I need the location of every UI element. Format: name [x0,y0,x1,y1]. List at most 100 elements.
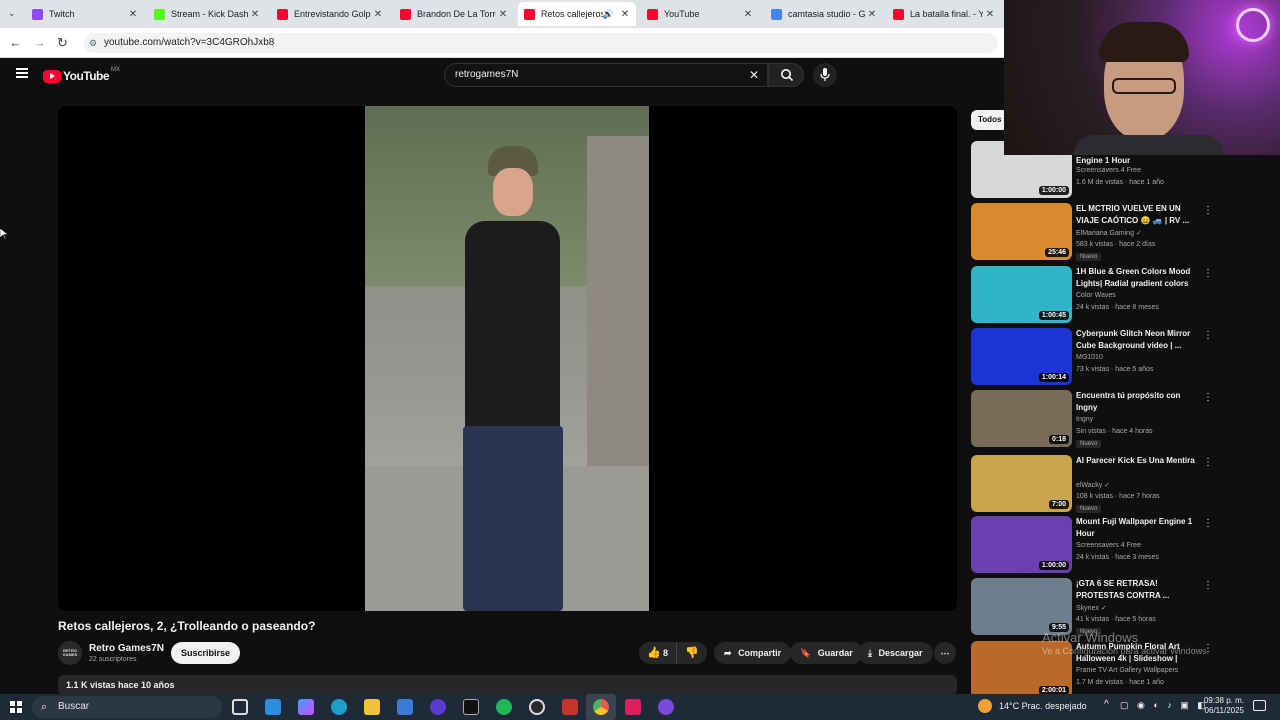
recommended-video[interactable]: 0:18 Encuentra tú propósito con Ingny Ingn… [971,390,1213,448]
spotify-icon[interactable] [496,699,512,715]
youtube-logo[interactable]: YouTube MX [43,67,120,85]
browser-tab[interactable]: La batalla final. - You✕ [887,2,1001,26]
browser-tab[interactable]: YouTube ✕ [641,2,759,26]
clock[interactable]: 09:38 p. m. 06/11/2025 [1198,696,1244,716]
recommended-channel[interactable]: Screensavers 4 Free [1076,542,1141,549]
more-options-icon[interactable]: ⋮ [1203,392,1213,403]
more-actions-button[interactable]: ⋯ [934,642,956,664]
video-thumbnail[interactable]: 1:00:14 [971,328,1072,385]
more-options-icon[interactable]: ⋮ [1203,457,1213,468]
browser-tab[interactable]: Twitch ✕ [26,2,144,26]
copilot-icon[interactable] [298,699,314,715]
show-hidden-icons-icon[interactable]: ^ [1104,699,1109,710]
recommended-video[interactable]: 9:55 ¡GTA 6 SE RETRASA! PROTESTAS CONTRA … [971,578,1213,636]
tab-close-icon[interactable]: ✕ [126,9,140,20]
video-thumbnail[interactable]: 1:00:45 [971,266,1072,323]
recommended-title[interactable]: Engine 1 Hour [1076,155,1196,167]
notifications-icon[interactable] [1253,700,1266,711]
recommended-title[interactable]: EL MCTRIO VUELVE EN UN VIAJE CAÓTICO 😄 🚙… [1076,203,1196,227]
tab-close-icon[interactable]: ✕ [618,9,632,20]
recommended-title[interactable]: 1H Blue & Green Colors Mood Lights| Radi… [1076,266,1196,290]
recommended-video[interactable]: 1:00:14 Cyberpunk Glitch Neon Mirror Cube… [971,328,1213,386]
tab-close-icon[interactable]: ✕ [248,9,262,20]
recommended-title[interactable]: Encuentra tú propósito con Ingny [1076,390,1196,414]
system-tray-icons[interactable]: ▢ ◉ ◐ ♪ ▣ ◧ [1120,700,1209,711]
app-icon-purple[interactable] [430,699,446,715]
reload-button[interactable]: ↻ [57,35,68,51]
recommended-channel[interactable]: elWacky ✓ [1076,481,1110,489]
task-view-icon[interactable] [232,699,248,715]
recommended-video[interactable]: 7:00 Al Parecer Kick Es Una Mentira elWack… [971,455,1213,513]
mail-icon[interactable] [265,699,281,715]
obs-icon[interactable] [529,699,545,715]
taskbar-search[interactable]: ⌕ Buscar [32,696,222,718]
windows-start-icon[interactable] [10,701,22,713]
browser-tab[interactable]: Stream - Kick Dashbo✕ [148,2,266,26]
search-input[interactable]: retrogames7N ✕ [444,63,768,87]
file-explorer-icon[interactable] [364,699,380,715]
description-box[interactable]: 1.1 K vistas hace 10 años [58,675,957,695]
more-options-icon[interactable]: ⋮ [1203,580,1213,591]
tab-audio-icon[interactable]: 🔊 [603,9,614,20]
video-player[interactable] [58,106,957,611]
recommended-channel[interactable]: Color Waves [1076,292,1116,299]
streaming-app-icon[interactable] [658,699,674,715]
recommended-video[interactable]: 25:46 EL MCTRIO VUELVE EN UN VIAJE CAÓTIC… [971,203,1213,261]
forward-button[interactable]: → [33,35,46,50]
tab-close-icon[interactable]: ✕ [741,9,755,20]
browser-tab[interactable]: Retos callejeros, 2,🔊 ✕ [518,2,636,26]
browser-tab[interactable]: Brandon De La Torre ✕ [394,2,514,26]
browser-tab[interactable]: camtasia studio - Go ✕ [765,2,883,26]
tab-close-icon[interactable]: ✕ [983,9,997,20]
search-button[interactable] [768,63,804,87]
browser-tab[interactable]: Entrevistando Golpea✕ [271,2,389,26]
video-thumbnail[interactable]: 1:00:00 [971,516,1072,573]
recommended-title[interactable]: Mount Fuji Wallpaper Engine 1 Hour [1076,516,1196,540]
recommended-video[interactable]: 1:00:45 1H Blue & Green Colors Mood Light… [971,266,1213,324]
weather-text[interactable]: 14°C Prac. despejado [999,701,1087,711]
recommended-channel[interactable]: MG1010 [1076,354,1103,361]
save-button[interactable]: 🔖 Guardar [790,642,863,664]
video-thumbnail[interactable]: 25:46 [971,203,1072,260]
recommended-channel[interactable]: Ingny [1076,416,1093,423]
text-app-icon[interactable] [562,699,578,715]
recommended-channel[interactable]: Screensavers 4 Free [1076,167,1141,174]
address-bar[interactable]: ⚙ youtube.com/watch?v=3C4GROhJxb8 [84,33,998,53]
channel-name[interactable]: Retro Games7N [89,643,164,654]
site-info-icon[interactable]: ⚙ [89,33,97,53]
chip-all[interactable]: Todos [971,110,1009,130]
clear-search-icon[interactable]: ✕ [749,64,759,86]
voice-search-button[interactable] [813,63,837,87]
subscribe-button[interactable]: Suscribirse [171,642,241,664]
more-options-icon[interactable]: ⋮ [1203,518,1213,529]
video-thumbnail[interactable]: 9:55 [971,578,1072,635]
store-icon[interactable] [397,699,413,715]
like-button[interactable]: 👍 8 [639,642,677,664]
back-button[interactable]: ← [9,35,22,50]
video-title: Retos callejeros, 2, ¿Trolleando o pasea… [58,619,316,633]
capcut-icon[interactable] [463,699,479,715]
channel-avatar[interactable]: RETRO GAMES [58,641,82,665]
tiktok-icon[interactable] [625,699,641,715]
recommended-title[interactable]: Cyberpunk Glitch Neon Mirror Cube Backgr… [1076,328,1196,352]
share-button[interactable]: ➦ Compartir [714,642,792,664]
recommended-title[interactable]: ¡GTA 6 SE RETRASA! PROTESTAS CONTRA ... [1076,578,1196,602]
recommended-channel[interactable]: ElMariana Gaming ✓ [1076,229,1142,237]
menu-icon[interactable] [16,68,28,78]
tab-close-icon[interactable]: ✕ [496,9,510,20]
recommended-title[interactable]: Al Parecer Kick Es Una Mentira [1076,455,1196,467]
video-thumbnail[interactable]: 0:18 [971,390,1072,447]
more-options-icon[interactable]: ⋮ [1203,205,1213,216]
download-button[interactable]: ⤓ Descargar [858,642,933,664]
video-thumbnail[interactable]: 7:00 [971,455,1072,512]
tab-list-chevron-icon[interactable]: ⌄ [8,8,16,19]
dislike-button[interactable]: 👎 [677,642,707,664]
more-options-icon[interactable]: ⋮ [1203,330,1213,341]
recommended-video[interactable]: 1:00:00 Mount Fuji Wallpaper Engine 1 Hou… [971,516,1213,574]
more-options-icon[interactable]: ⋮ [1203,268,1213,279]
recommended-channel[interactable]: Frame TV Art Gallery Wallpapers [1076,667,1178,674]
recommended-channel[interactable]: Skynex ✓ [1076,604,1107,612]
tab-close-icon[interactable]: ✕ [371,9,385,20]
edge-icon[interactable] [331,699,347,715]
tab-close-icon[interactable]: ✕ [865,9,879,20]
